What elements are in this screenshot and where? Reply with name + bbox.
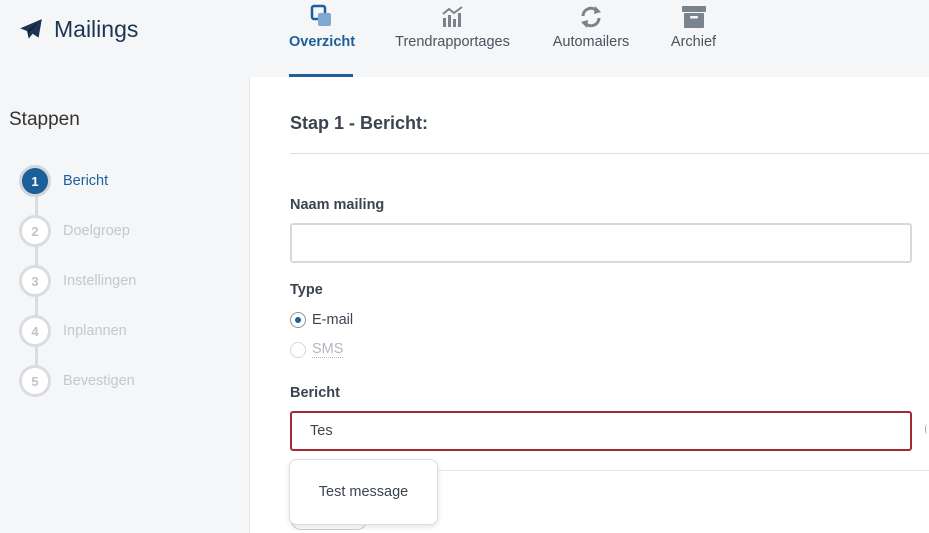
step-bericht[interactable]: 1 Bericht	[19, 164, 108, 198]
tab-automailers-label: Automailers	[552, 34, 630, 50]
tab-archief-label: Archief	[670, 34, 717, 50]
step-number: 2	[19, 215, 51, 247]
tab-overzicht-label: Overzicht	[289, 34, 356, 50]
archive-box-icon	[681, 6, 706, 28]
app-title: Mailings	[54, 16, 139, 42]
mailing-name-input[interactable]	[290, 223, 912, 263]
overview-squares-icon	[310, 4, 331, 26]
bar-chart-trend-icon	[441, 6, 463, 27]
step-doelgroep[interactable]: 2 Doelgroep	[19, 214, 130, 248]
step-inplannen[interactable]: 4 Inplannen	[19, 314, 127, 348]
tab-automailers[interactable]: Automailers	[551, 0, 631, 77]
step-label: Instellingen	[63, 273, 137, 289]
name-label: Naam mailing	[290, 197, 385, 213]
title-divider	[290, 153, 929, 154]
tab-archief[interactable]: Archief	[670, 0, 717, 77]
paper-plane-icon	[20, 18, 42, 39]
step-number: 1	[19, 165, 51, 197]
step-number: 5	[19, 365, 51, 397]
steps-sidebar: Stappen 1 Bericht 2 Doelgroep 3 Instelli…	[0, 77, 248, 533]
step-label: Bericht	[63, 173, 109, 189]
message-label: Bericht	[290, 385, 340, 401]
sms-radio[interactable]	[290, 341, 306, 358]
tab-trendrapportages-label: Trendrapportages	[395, 34, 510, 50]
step-label: Inplannen	[63, 323, 127, 339]
step-number: 3	[19, 265, 51, 297]
type-option-email[interactable]: E-mail	[290, 312, 353, 328]
email-radio-label: E-mail	[312, 312, 354, 328]
refresh-cycle-icon	[581, 6, 601, 28]
step-label: Bevestigen	[63, 373, 135, 389]
page-title: Stap 1 - Bericht:	[290, 113, 429, 133]
message-input[interactable]	[290, 411, 912, 451]
step-number: 4	[19, 315, 51, 347]
type-option-sms[interactable]: SMS	[290, 341, 344, 358]
help-icon-clipped	[925, 424, 929, 434]
step-label: Doelgroep	[63, 223, 130, 239]
tab-overzicht[interactable]: Overzicht	[289, 0, 356, 77]
autocomplete-suggestion[interactable]: Test message	[289, 459, 438, 525]
email-radio[interactable]	[290, 312, 306, 328]
step-instellingen[interactable]: 3 Instellingen	[19, 264, 136, 298]
sms-radio-label: SMS	[312, 341, 344, 358]
autocomplete-suggestion-text: Test message	[318, 484, 409, 500]
brand: Mailings	[18, 16, 138, 43]
sidebar-title: Stappen	[9, 109, 80, 130]
type-label: Type	[290, 282, 323, 298]
step-bevestigen[interactable]: 5 Bevestigen	[19, 364, 135, 398]
tab-trendrapportages[interactable]: Trendrapportages	[393, 0, 512, 77]
